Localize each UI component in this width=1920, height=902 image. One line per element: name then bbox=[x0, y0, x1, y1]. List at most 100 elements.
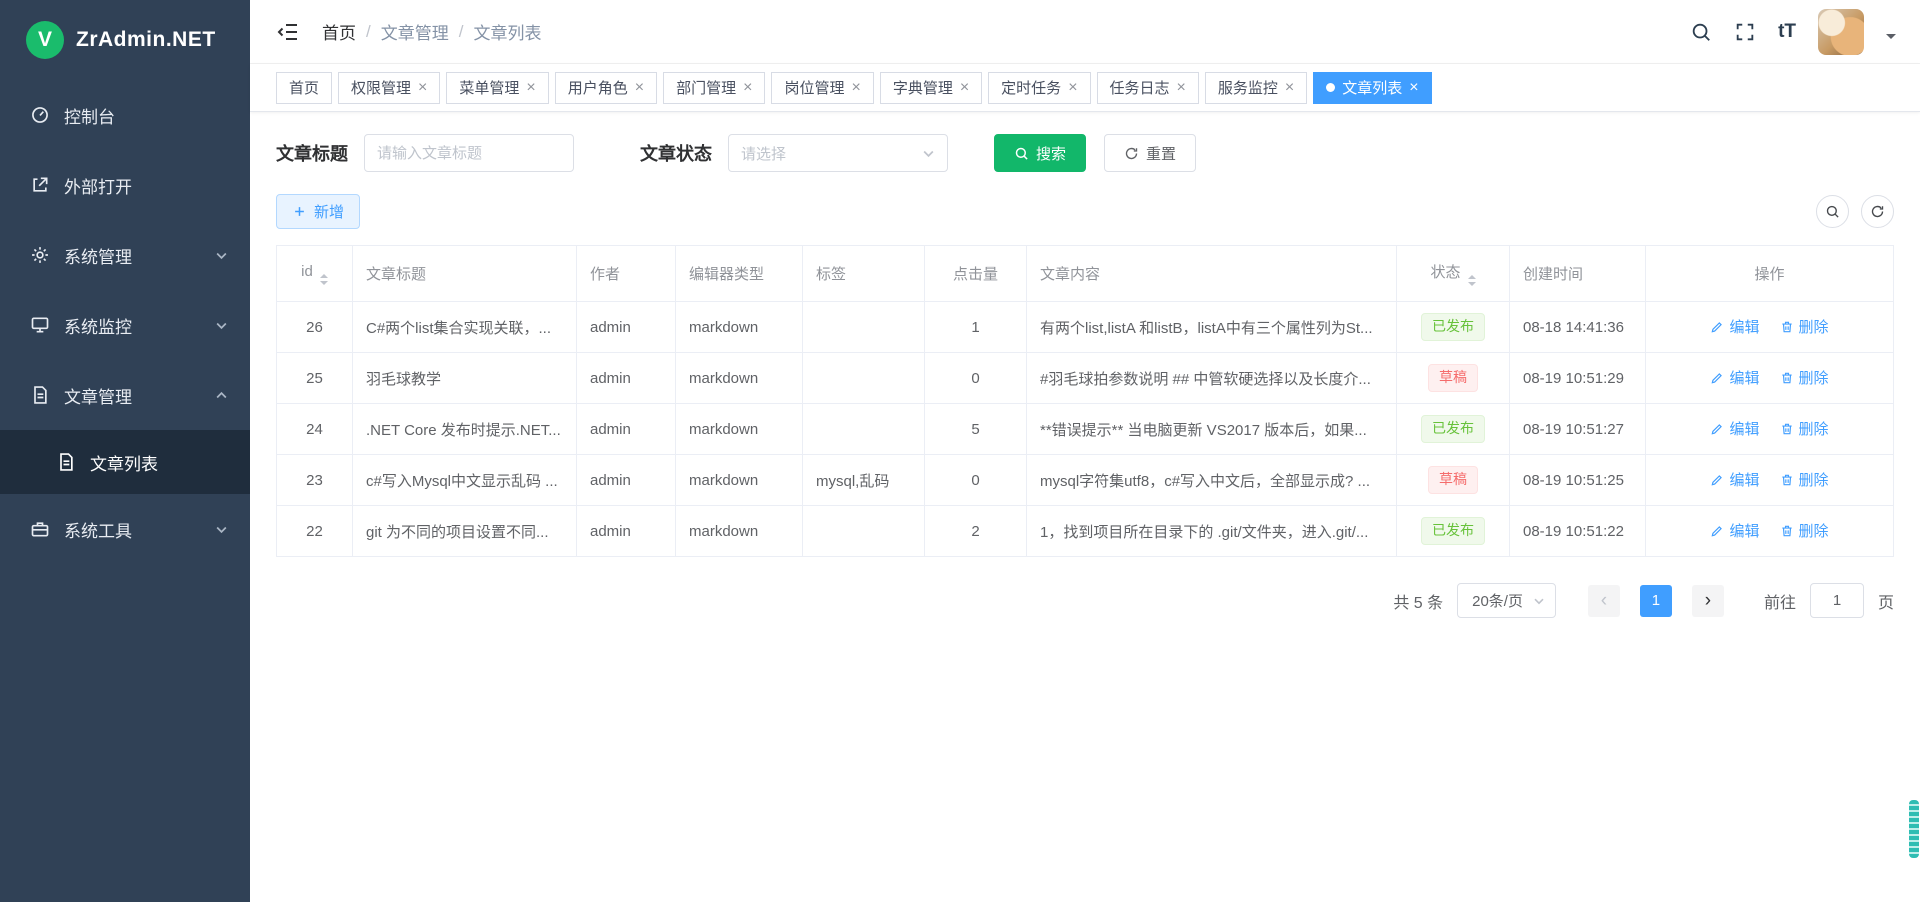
breadcrumb-separator: / bbox=[366, 22, 371, 42]
search-icon[interactable] bbox=[1690, 21, 1712, 43]
edit-button[interactable]: 编辑 bbox=[1710, 316, 1759, 337]
fullscreen-icon[interactable] bbox=[1734, 21, 1756, 43]
delete-icon bbox=[1780, 473, 1794, 487]
tab-定时任务[interactable]: 定时任务× bbox=[988, 72, 1090, 104]
search-icon bbox=[1825, 204, 1840, 219]
edit-icon bbox=[1710, 473, 1724, 487]
tab-任务日志[interactable]: 任务日志× bbox=[1097, 72, 1199, 104]
created-cell: 08-18 14:41:36 bbox=[1510, 302, 1646, 353]
actions-cell: 编辑删除 bbox=[1646, 353, 1894, 404]
prev-page-button[interactable]: ‹ bbox=[1588, 585, 1620, 617]
tab-用户角色[interactable]: 用户角色 × bbox=[555, 72, 657, 104]
tab-权限管理[interactable]: 权限管理× bbox=[338, 72, 440, 104]
column-header-状态[interactable]: 状态 bbox=[1397, 246, 1510, 302]
select-placeholder: 请选择 bbox=[741, 143, 786, 164]
title-cell: git 为不同的项目设置不同... bbox=[353, 506, 577, 557]
page-number-1[interactable]: 1 bbox=[1640, 585, 1672, 617]
hits-cell: 0 bbox=[925, 455, 1027, 506]
column-header-编辑器类型: 编辑器类型 bbox=[676, 246, 803, 302]
tab-close-icon[interactable]: × bbox=[1177, 80, 1186, 96]
sort-caret-icon[interactable] bbox=[1468, 275, 1476, 286]
tab-部门管理[interactable]: 部门管理× bbox=[663, 72, 765, 104]
reset-button[interactable]: 重置 bbox=[1104, 134, 1196, 172]
logo-icon: V bbox=[26, 21, 64, 59]
tab-close-icon[interactable]: × bbox=[418, 80, 427, 96]
tab-close-icon[interactable]: × bbox=[851, 80, 860, 96]
hits-cell: 1 bbox=[925, 302, 1027, 353]
page-size-value: 20条/页 bbox=[1472, 590, 1523, 611]
column-header-label: 文章内容 bbox=[1040, 266, 1100, 283]
sidebar-item-external[interactable]: 外部打开 bbox=[0, 150, 250, 220]
breadcrumb-article-admin[interactable]: 文章管理 bbox=[381, 19, 449, 44]
scrollbar-thumb[interactable] bbox=[1909, 800, 1919, 858]
app-title: ZrAdmin.NET bbox=[76, 28, 216, 52]
page-size-select[interactable]: 20条/页 bbox=[1457, 583, 1556, 618]
delete-button[interactable]: 删除 bbox=[1780, 367, 1829, 388]
sidebar-item-article-admin[interactable]: 文章管理 bbox=[0, 360, 250, 430]
tab-close-icon[interactable]: × bbox=[743, 80, 752, 96]
tab-文章列表[interactable]: 文章列表× bbox=[1313, 72, 1431, 104]
sidebar-item-label: 外部打开 bbox=[64, 173, 228, 198]
app-logo: V ZrAdmin.NET bbox=[0, 0, 250, 80]
edit-button[interactable]: 编辑 bbox=[1710, 520, 1759, 541]
article-title-input[interactable] bbox=[364, 134, 574, 172]
column-header-id[interactable]: id bbox=[277, 246, 353, 302]
next-page-button[interactable]: › bbox=[1692, 585, 1724, 617]
table-row: 22git 为不同的项目设置不同...adminmarkdown21，找到项目所… bbox=[277, 506, 1894, 557]
tab-close-icon[interactable]: × bbox=[526, 80, 535, 96]
edit-button[interactable]: 编辑 bbox=[1710, 367, 1759, 388]
sidebar-item-dashboard[interactable]: 控制台 bbox=[0, 80, 250, 150]
editor-cell: markdown bbox=[676, 506, 803, 557]
sidebar-item-system-admin[interactable]: 系统管理 bbox=[0, 220, 250, 290]
status-badge: 草稿 bbox=[1428, 364, 1478, 392]
edit-button[interactable]: 编辑 bbox=[1710, 418, 1759, 439]
tab-字典管理[interactable]: 字典管理× bbox=[880, 72, 982, 104]
sidebar-item-system-monitor[interactable]: 系统监控 bbox=[0, 290, 250, 360]
tab-close-icon[interactable]: × bbox=[635, 80, 644, 96]
avatar[interactable] bbox=[1818, 9, 1864, 55]
edit-button[interactable]: 编辑 bbox=[1710, 469, 1759, 490]
sidebar-item-article-list[interactable]: 文章列表 bbox=[0, 430, 250, 494]
status-cell: 已发布 bbox=[1397, 404, 1510, 455]
delete-icon bbox=[1780, 371, 1794, 385]
column-header-文章内容: 文章内容 bbox=[1027, 246, 1397, 302]
user-menu-caret-icon[interactable] bbox=[1886, 34, 1896, 44]
delete-button[interactable]: 删除 bbox=[1780, 316, 1829, 337]
sidebar-fold-icon[interactable] bbox=[276, 20, 300, 44]
id-cell: 22 bbox=[277, 506, 353, 557]
toggle-search-button[interactable] bbox=[1816, 195, 1849, 228]
sidebar-item-label: 系统工具 bbox=[64, 517, 215, 542]
delete-button[interactable]: 删除 bbox=[1780, 418, 1829, 439]
gear-icon bbox=[30, 245, 50, 265]
sidebar-item-system-tools[interactable]: 系统工具 bbox=[0, 494, 250, 564]
delete-button-label: 删除 bbox=[1799, 469, 1829, 490]
refresh-table-button[interactable] bbox=[1861, 195, 1894, 228]
search-button[interactable]: 搜索 bbox=[994, 134, 1086, 172]
tab-首页[interactable]: 首页 bbox=[276, 72, 332, 104]
column-header-文章标题: 文章标题 bbox=[353, 246, 577, 302]
tab-close-icon[interactable]: × bbox=[1068, 80, 1077, 96]
delete-button[interactable]: 删除 bbox=[1780, 520, 1829, 541]
font-size-icon[interactable]: tT bbox=[1778, 22, 1796, 41]
sort-caret-icon[interactable] bbox=[320, 274, 328, 285]
tab-close-icon[interactable]: × bbox=[960, 80, 969, 96]
author-cell: admin bbox=[577, 506, 676, 557]
tab-label: 用户角色 bbox=[568, 77, 628, 98]
tab-close-icon[interactable]: × bbox=[1409, 80, 1418, 96]
delete-button[interactable]: 删除 bbox=[1780, 469, 1829, 490]
add-button[interactable]: 新增 bbox=[276, 194, 360, 229]
status-badge: 已发布 bbox=[1421, 313, 1485, 341]
article-status-select[interactable]: 请选择 bbox=[728, 134, 948, 172]
goto-page-input[interactable] bbox=[1810, 583, 1864, 618]
edit-button-label: 编辑 bbox=[1729, 469, 1759, 490]
refresh-icon bbox=[1124, 146, 1139, 161]
tab-服务监控[interactable]: 服务监控× bbox=[1205, 72, 1307, 104]
breadcrumb-home[interactable]: 首页 bbox=[322, 19, 356, 44]
tab-close-icon[interactable]: × bbox=[1285, 80, 1294, 96]
editor-cell: markdown bbox=[676, 302, 803, 353]
tab-菜单管理[interactable]: 菜单管理× bbox=[446, 72, 548, 104]
tags-cell bbox=[803, 404, 925, 455]
tab-岗位管理[interactable]: 岗位管理× bbox=[771, 72, 873, 104]
edit-icon bbox=[1710, 371, 1724, 385]
monitor-icon bbox=[30, 315, 50, 335]
